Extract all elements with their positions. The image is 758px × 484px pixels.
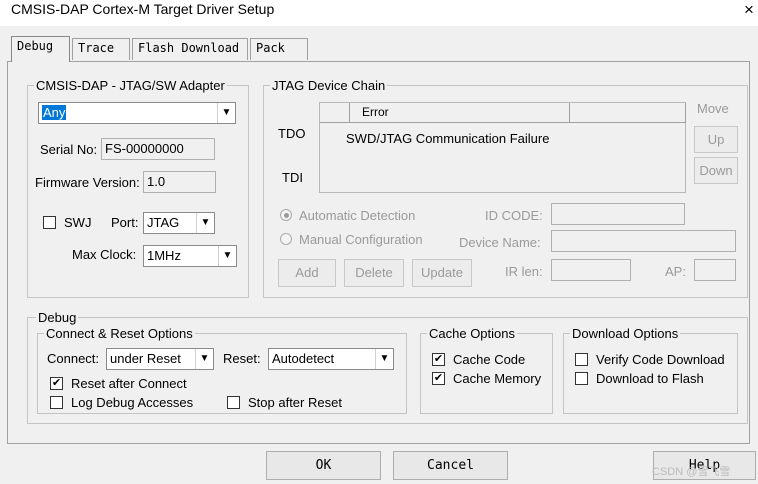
connect-select[interactable]: under Reset ▼ — [106, 348, 214, 370]
col-head-blank — [320, 103, 350, 123]
port-select[interactable]: JTAG ▼ — [143, 212, 215, 234]
reset-after-connect-checkbox[interactable]: ✔ — [50, 377, 63, 390]
swj-label: SWJ — [64, 215, 92, 230]
download-to-flash-checkbox[interactable] — [575, 372, 588, 385]
checkmark-icon: ✔ — [433, 372, 444, 384]
manual-config-radio[interactable] — [280, 233, 292, 245]
chevron-down-icon: ▼ — [218, 246, 236, 266]
jtag-chain-legend: JTAG Device Chain — [272, 78, 386, 93]
device-name-label: Device Name: — [459, 235, 541, 250]
ap-label: AP: — [665, 264, 686, 279]
download-to-flash-label: Download to Flash — [596, 371, 704, 386]
chevron-down-icon: ▼ — [196, 213, 214, 233]
port-select-value: JTAG — [147, 215, 180, 230]
chevron-down-icon: ▼ — [195, 349, 213, 369]
col-head-error: Error — [350, 103, 570, 123]
cache-code-checkbox[interactable]: ✔ — [432, 353, 445, 366]
ok-button[interactable]: OK — [266, 451, 381, 480]
maxclock-select[interactable]: 1MHz ▼ — [143, 245, 237, 267]
firmware-label: Firmware Version: — [35, 175, 140, 190]
tab-flash-download[interactable]: Flash Download — [132, 38, 248, 60]
move-label: Move — [697, 101, 729, 116]
ir-len-label: IR len: — [505, 264, 543, 279]
manual-config-label: Manual Configuration — [299, 232, 423, 247]
connect-reset-legend: Connect & Reset Options — [46, 326, 193, 341]
swj-checkbox[interactable] — [43, 216, 56, 229]
watermark: CSDN @雪飞雪 — [652, 466, 731, 478]
add-button[interactable]: Add — [278, 259, 336, 287]
tab-debug[interactable]: Debug — [11, 36, 70, 62]
auto-detect-radio[interactable] — [280, 209, 292, 221]
tab-trace[interactable]: Trace — [72, 38, 130, 60]
maxclock-label: Max Clock: — [72, 247, 137, 262]
ir-len-field[interactable] — [551, 259, 631, 281]
tdi-label: TDI — [282, 170, 303, 185]
download-options-group: Download Options — [563, 326, 738, 414]
verify-download-checkbox[interactable] — [575, 353, 588, 366]
log-debug-label: Log Debug Accesses — [71, 395, 194, 410]
cancel-button[interactable]: Cancel — [393, 451, 508, 480]
adapter-select-value: Any — [42, 105, 67, 120]
delete-button[interactable]: Delete — [344, 259, 404, 287]
stop-after-reset-label: Stop after Reset — [248, 395, 342, 410]
checkmark-icon: ✔ — [51, 377, 62, 389]
adapter-legend: CMSIS-DAP - JTAG/SW Adapter — [36, 78, 225, 93]
reset-select-value: Autodetect — [272, 351, 335, 366]
cache-code-label: Cache Code — [453, 352, 526, 367]
down-button[interactable]: Down — [694, 157, 738, 184]
col-head-blank-2 — [570, 103, 686, 123]
debug-legend: Debug — [38, 310, 77, 325]
chevron-down-icon: ▼ — [375, 349, 393, 369]
window-title: CMSIS-DAP Cortex-M Target Driver Setup — [11, 1, 275, 17]
title-bar: CMSIS-DAP Cortex-M Target Driver Setup × — [0, 0, 758, 26]
firmware-field: 1.0 — [143, 171, 216, 193]
up-button[interactable]: Up — [694, 126, 738, 153]
connect-label: Connect: — [47, 351, 100, 366]
maxclock-select-value: 1MHz — [147, 248, 181, 263]
checkmark-icon: ✔ — [433, 353, 444, 365]
chevron-down-icon: ▼ — [217, 103, 235, 123]
update-button[interactable]: Update — [412, 259, 472, 287]
port-label: Port: — [111, 215, 139, 230]
reset-after-connect-label: Reset after Connect — [71, 376, 187, 391]
connect-select-value: under Reset — [110, 351, 181, 366]
stop-after-reset-checkbox[interactable] — [227, 396, 240, 409]
cache-memory-checkbox[interactable]: ✔ — [432, 372, 445, 385]
tdo-label: TDO — [278, 126, 306, 141]
verify-download-label: Verify Code Download — [596, 352, 725, 367]
chain-error-text: SWD/JTAG Communication Failure — [346, 131, 550, 146]
auto-detect-label: Automatic Detection — [299, 208, 416, 223]
download-options-legend: Download Options — [572, 326, 679, 341]
close-icon[interactable]: × — [744, 0, 754, 20]
reset-label: Reset: — [223, 351, 261, 366]
ap-field[interactable] — [694, 259, 736, 281]
cache-memory-label: Cache Memory — [453, 371, 542, 386]
log-debug-checkbox[interactable] — [50, 396, 63, 409]
serial-label: Serial No: — [40, 142, 98, 157]
tab-pack[interactable]: Pack — [250, 38, 308, 60]
id-code-field[interactable] — [551, 203, 685, 225]
device-name-field[interactable] — [551, 230, 736, 252]
serial-field: FS-00000000 — [101, 138, 215, 160]
cache-options-legend: Cache Options — [429, 326, 515, 341]
device-chain-list[interactable]: Error SWD/JTAG Communication Failure — [319, 102, 686, 193]
adapter-select[interactable]: Any ▼ — [38, 102, 236, 124]
id-code-label: ID CODE: — [485, 208, 543, 223]
reset-select[interactable]: Autodetect ▼ — [268, 348, 394, 370]
cache-options-group: Cache Options — [420, 326, 553, 414]
